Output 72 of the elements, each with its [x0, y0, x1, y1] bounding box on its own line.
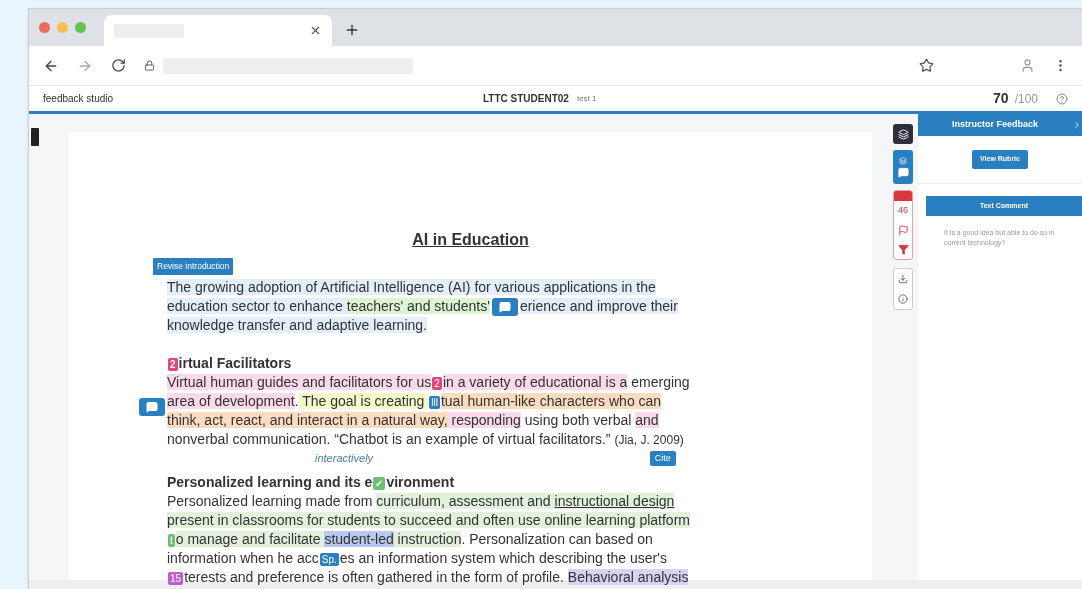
suggested-insertion: interactively: [315, 452, 374, 465]
side-toggle[interactable]: [31, 128, 39, 146]
highlighted-text: education sector to enhance: [167, 298, 347, 314]
highlighted-text: think, act, react, and interact in a natural way,: [167, 412, 448, 429]
comment-icon[interactable]: [139, 398, 165, 416]
highlighted-text: area of development: [167, 393, 295, 410]
document-text: Personalized learning made from: [167, 493, 374, 510]
download-icon[interactable]: [898, 273, 908, 284]
lock-icon: [144, 60, 155, 71]
document-text: irtual Facilitators: [178, 355, 292, 372]
highlighted-text: tual human-like characters who can: [440, 393, 662, 410]
collapse-panel-icon[interactable]: [1072, 120, 1082, 130]
highlighted-text: teachers' and students': [346, 298, 490, 314]
document-text: information when he acc: [167, 550, 319, 567]
highlighted-text: responding: [447, 412, 521, 429]
comments-button[interactable]: [893, 150, 913, 184]
new-tab-icon[interactable]: [344, 22, 360, 38]
highlighted-text: The goal is creating: [298, 393, 429, 410]
annotation-marker[interactable]: ✓: [373, 477, 386, 491]
document-text: Personalized learning and its e: [167, 474, 373, 491]
score-value: 70: [993, 89, 1009, 108]
bookmark-star-icon[interactable]: [919, 58, 934, 73]
citation-text: (Jia, J. 2009): [614, 433, 684, 448]
document-text: .: [294, 393, 299, 410]
info-icon[interactable]: [898, 293, 908, 304]
document-text: vironment: [386, 474, 455, 491]
reload-icon[interactable]: [111, 58, 126, 73]
comment-icon[interactable]: [491, 298, 518, 317]
document-text: nonverbal communication. “Chatbot is an example of virtual facilitators.”: [167, 431, 612, 448]
highlighted-text: knowledge transfer and adaptive learning.: [167, 317, 427, 334]
highlighted-text: in a variety of educational is a: [442, 374, 628, 391]
annotation-marker[interactable]: lll: [429, 396, 440, 410]
annotation-marker[interactable]: 2: [168, 358, 178, 372]
panel-title: Instructor Feedback: [951, 118, 1039, 132]
annotation-marker[interactable]: 15: [168, 572, 184, 586]
annotation-marker[interactable]: Sp.: [319, 553, 339, 567]
annotation-marker[interactable]: 2: [432, 377, 442, 391]
highlighted-text: curriculum, assessment and: [376, 493, 555, 510]
highlighted-text: present in classrooms for students to succeed and often use online learning platform: [167, 512, 690, 529]
annotation-marker[interactable]: t: [168, 534, 175, 548]
score-max: /100: [1014, 90, 1038, 108]
highlighted-text: erience and improve their: [519, 298, 678, 314]
comment-icon: [897, 166, 909, 178]
highlighted-text: student-led: [324, 531, 394, 548]
close-tab-icon[interactable]: [309, 24, 322, 37]
document-text: emerging: [630, 374, 690, 391]
highlighted-text: Virtual human guides and facilitators for us: [167, 374, 432, 391]
highlighted-text: instructional design: [554, 493, 675, 510]
document-text: es an information system which describing the user's: [339, 550, 667, 567]
layers-icon: [897, 128, 909, 140]
highlighted-text: and: [635, 412, 659, 429]
highlighted-text: Behavioral analysis: [567, 569, 689, 586]
filter-icon[interactable]: [897, 243, 909, 255]
document-title: AI in Education: [412, 230, 529, 250]
similarity-count[interactable]: 46: [898, 201, 908, 221]
cite-tag[interactable]: Cite: [649, 451, 676, 467]
document-text: . Personalization can based on: [461, 531, 653, 548]
speech-bubble-icon: [146, 401, 158, 413]
layers-button[interactable]: [893, 124, 913, 144]
profile-icon[interactable]: [1020, 58, 1035, 73]
flag-icon[interactable]: [897, 224, 909, 236]
app-logo[interactable]: feedback studio: [43, 91, 483, 106]
layers-icon: [899, 156, 907, 165]
student-name: LTTC STUDENT02: [483, 92, 569, 106]
assignment-name: test 1: [576, 92, 597, 105]
highlighted-text: o manage and facilitate: [175, 531, 325, 548]
revision-tag[interactable]: Revise introduction: [153, 258, 234, 275]
help-icon[interactable]: [1056, 92, 1068, 105]
speech-bubble-icon: [498, 301, 511, 314]
highlighted-text: The growing adoption of Artificial Intelligence (AI) for various applications in the: [167, 279, 656, 295]
document-text: terests and preference is often gathered in the form of profile.: [184, 569, 565, 586]
document-text: using both verbal: [523, 412, 633, 429]
